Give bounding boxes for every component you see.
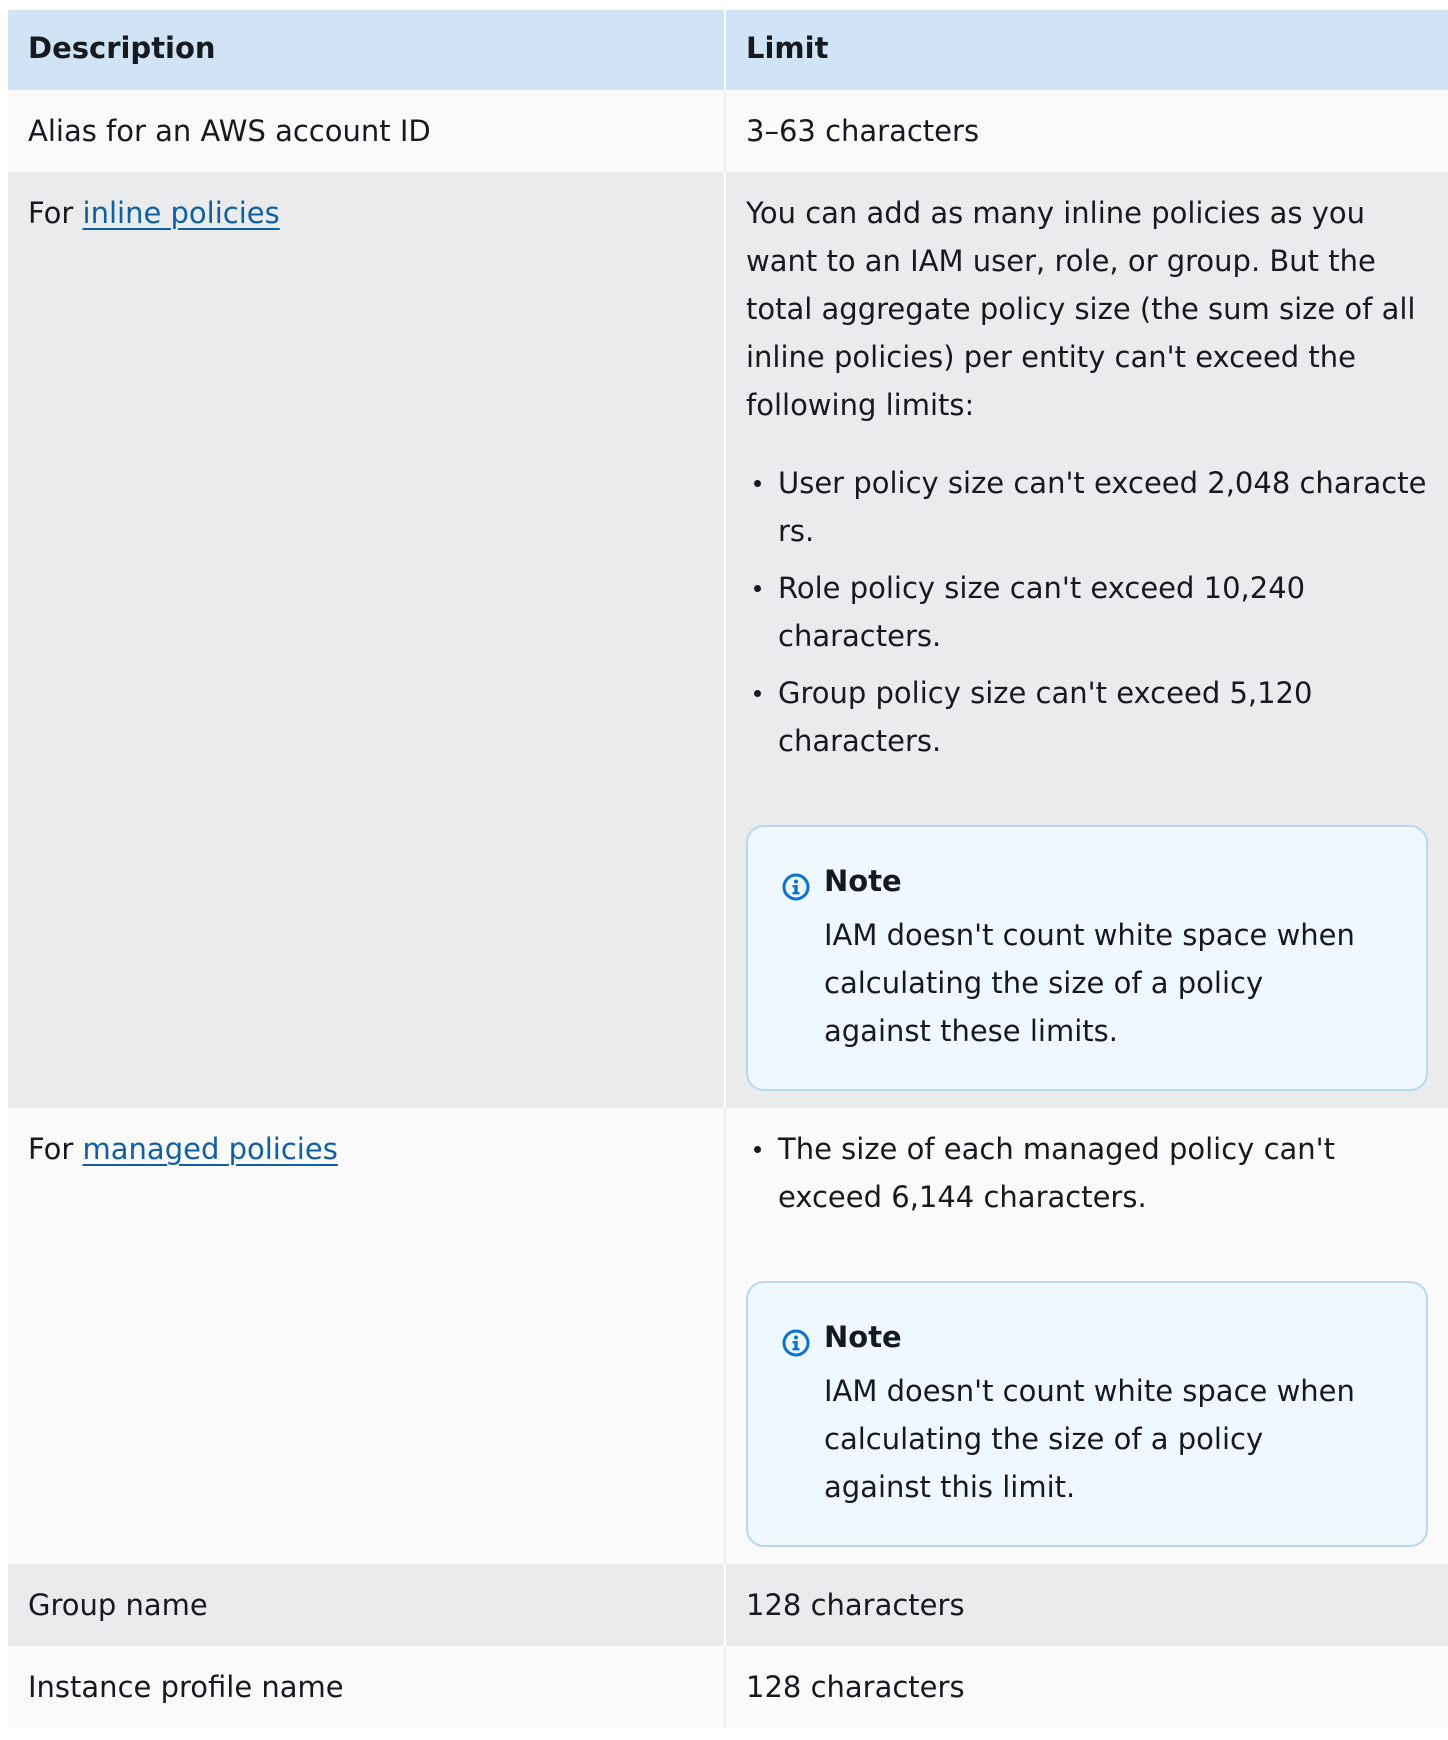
note-title: Note — [824, 1320, 902, 1354]
description-cell: For inline policies — [8, 172, 724, 1108]
limit-cell: 128 characters — [724, 1564, 1448, 1646]
info-circle-icon — [782, 1323, 810, 1357]
note-box: Note IAM doesn't count white space when … — [746, 1281, 1428, 1547]
list-item: User policy size can't exceed 2,048 char… — [754, 459, 1428, 555]
description-cell: Group name — [28, 1588, 208, 1622]
inline-policies-link[interactable]: inline policies — [83, 196, 280, 230]
description-cell: Alias for an AWS account ID — [28, 114, 431, 148]
table-row: Alias for an AWS account ID 3–63 charact… — [8, 90, 1448, 172]
note-header: Note — [782, 1313, 1396, 1361]
note-title: Note — [824, 864, 902, 898]
list-item: The size of each managed policy can't ex… — [754, 1125, 1428, 1221]
table-row: For managed policies The size of each ma… — [8, 1108, 1448, 1564]
limit-cell: You can add as many inline policies as y… — [724, 172, 1448, 1108]
limit-cell: 128 characters — [724, 1646, 1448, 1728]
limit-bullet-list: The size of each managed policy can't ex… — [746, 1125, 1428, 1221]
limit-cell: 3–63 characters — [724, 90, 1448, 172]
header-limit: Limit — [724, 10, 1448, 90]
note-body: IAM doesn't count white space when calcu… — [824, 918, 1355, 1048]
description-prefix: For — [28, 1132, 83, 1166]
note-header: Note — [782, 857, 1396, 905]
list-item: Group policy size can't exceed 5,120 cha… — [754, 669, 1428, 765]
limits-table: Description Limit Alias for an AWS accou… — [8, 10, 1448, 1728]
managed-policies-link[interactable]: managed policies — [83, 1132, 338, 1166]
list-item: Role policy size can't exceed 10,240 cha… — [754, 564, 1428, 660]
limit-bullet-list: User policy size can't exceed 2,048 char… — [746, 459, 1428, 765]
table-row: For inline policies You can add as many … — [8, 172, 1448, 1108]
note-body: IAM doesn't count white space when calcu… — [824, 1374, 1355, 1504]
table-row: Group name 128 characters — [8, 1564, 1448, 1646]
limit-intro-text: You can add as many inline policies as y… — [746, 196, 1416, 422]
description-cell: Instance profile name — [28, 1670, 344, 1704]
limit-cell: The size of each managed policy can't ex… — [724, 1108, 1448, 1564]
table-row: Instance profile name 128 characters — [8, 1646, 1448, 1728]
description-prefix: For — [28, 196, 83, 230]
description-cell: For managed policies — [8, 1108, 724, 1564]
note-box: Note IAM doesn't count white space when … — [746, 825, 1428, 1091]
header-description: Description — [28, 31, 216, 65]
table-header-row: Description Limit — [8, 10, 1448, 90]
info-circle-icon — [782, 867, 810, 901]
